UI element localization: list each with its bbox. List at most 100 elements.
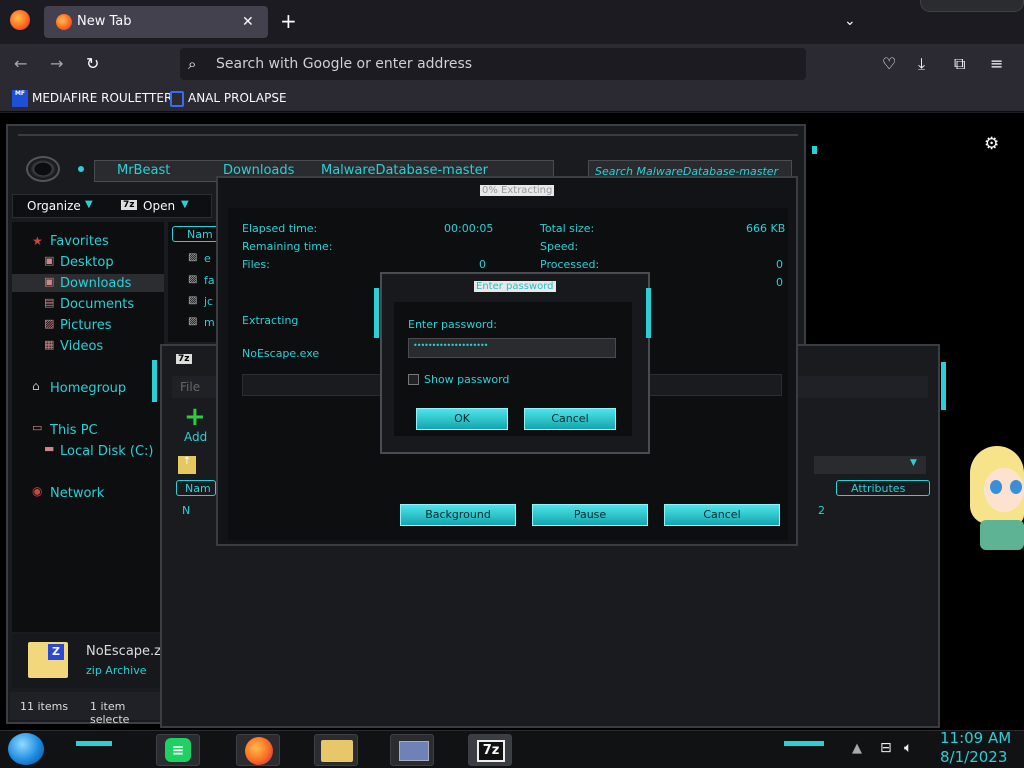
add-plus-icon: +	[184, 402, 206, 432]
bookmark-mediafire-rouletter[interactable]: MEDIAFIRE ROULETTER	[32, 91, 172, 105]
search-icon: ⌕	[188, 55, 197, 73]
network-tray-icon[interactable]: ⊟	[880, 740, 892, 756]
dialog-accent-left	[374, 288, 379, 338]
path-dropdown-chevron-icon: ▼	[910, 458, 917, 468]
tab-new-tab[interactable]: New Tab ✕	[44, 6, 268, 38]
extract-cancel-button[interactable]: Cancel	[664, 504, 780, 526]
taskbar-file-explorer[interactable]	[314, 734, 358, 766]
password-input[interactable]: ••••••••••••••••••••	[408, 338, 616, 358]
nav-downloads[interactable]: Downloads	[60, 276, 131, 291]
open-button[interactable]: Open	[143, 199, 175, 213]
pause-button[interactable]: Pause	[532, 504, 648, 526]
status-bar: 11 items 1 item selecte	[10, 692, 166, 726]
total-size-value: 666 KB	[746, 222, 786, 235]
file-row-name[interactable]: fa	[204, 274, 215, 287]
show-password-checkbox[interactable]	[408, 374, 419, 385]
processed-value: 0	[776, 258, 783, 271]
bookmarks-toolbar: MF MEDIAFIRE ROULETTER ANAL PROLAPSE	[0, 86, 1024, 112]
file-row-name[interactable]: m	[204, 316, 215, 329]
frame-accent-left	[152, 360, 157, 402]
taskbar-control-panel[interactable]	[390, 734, 434, 766]
nav-desktop[interactable]: Desktop	[60, 255, 114, 270]
settings-gear-icon[interactable]: ⚙	[984, 134, 999, 154]
volume-tray-icon[interactable]: 🔈︎	[904, 740, 912, 756]
nav-homegroup[interactable]: Homegroup	[50, 381, 126, 396]
start-orb-icon[interactable]	[8, 733, 44, 765]
desktop-icon: ▣	[44, 254, 55, 267]
nav-pictures[interactable]: Pictures	[60, 318, 111, 333]
nav-videos[interactable]: Videos	[60, 339, 103, 354]
action-label: Extracting	[242, 314, 299, 327]
file-row-icon: ▨	[188, 252, 198, 263]
add-button[interactable]: Add	[184, 430, 207, 444]
files-label: Files:	[242, 258, 270, 271]
explorer-back-button[interactable]	[26, 156, 60, 182]
tab-title: New Tab	[77, 14, 132, 29]
total-size-label: Total size:	[540, 222, 595, 235]
favorites-star-icon: ★	[32, 234, 43, 248]
clock-date[interactable]: 8/1/2023	[940, 748, 1007, 766]
nav-network[interactable]: Network	[50, 486, 104, 501]
url-input[interactable]: Search with Google or enter address	[216, 56, 472, 72]
path-dropdown[interactable]: ▼	[814, 456, 926, 474]
column-name[interactable]: Nam	[176, 480, 216, 496]
menu-file[interactable]: File	[180, 380, 200, 394]
processed-label: Processed:	[540, 258, 600, 271]
taskbar-7zip[interactable]: 7z	[468, 734, 512, 766]
breadcrumb-mrbeast[interactable]: MrBeast	[117, 163, 170, 178]
details-file-type: zip Archive	[86, 664, 147, 677]
dialog-accent-right	[646, 288, 651, 338]
pocket-icon[interactable]: ♡	[882, 54, 896, 74]
taskbar-firefox[interactable]	[236, 734, 280, 766]
folder-up-icon[interactable]: ↑	[178, 456, 196, 474]
frame-accent	[812, 146, 817, 154]
videos-icon: ▦	[44, 338, 55, 351]
url-bar[interactable]: ⌕ Search with Google or enter address	[180, 48, 806, 80]
bookmark-anal-prolapse[interactable]: ANAL PROLAPSE	[188, 91, 287, 105]
pictures-icon: ▨	[44, 317, 55, 330]
nav-favorites[interactable]: Favorites	[50, 234, 109, 249]
file-row-icon: ▨	[188, 274, 198, 285]
organize-chevron-icon: ▼	[85, 199, 93, 210]
downloads-icon[interactable]: ⤓	[918, 54, 925, 74]
file-explorer-icon	[321, 740, 353, 762]
show-hidden-icons-icon[interactable]: ▲	[852, 741, 862, 756]
background-button[interactable]: Background	[400, 504, 516, 526]
reload-icon[interactable]: ↻	[86, 54, 99, 74]
column-header-name-label: Nam	[187, 228, 213, 241]
nav-documents[interactable]: Documents	[60, 297, 134, 312]
status-selected: 1 item selecte	[90, 700, 130, 726]
elapsed-label: Elapsed time:	[242, 222, 318, 235]
column-header-name[interactable]: Nam	[172, 226, 218, 242]
file-row-name[interactable]: e	[204, 252, 211, 265]
archive-row-name[interactable]: N	[182, 504, 190, 517]
back-arrow-icon[interactable]: ←	[14, 54, 27, 74]
nav-local-disk[interactable]: Local Disk (C:)	[60, 444, 153, 459]
new-tab-icon[interactable]: +	[280, 11, 297, 31]
file-row-name[interactable]: jc	[204, 295, 213, 308]
password-cancel-button[interactable]: Cancel	[524, 408, 616, 430]
file-row-icon: ▨	[188, 295, 198, 306]
clock-time[interactable]: 11:09 AM	[940, 729, 1011, 747]
cartoon-character-image	[966, 440, 1024, 556]
details-file-name: NoEscape.z	[86, 644, 161, 659]
forward-arrow-icon[interactable]: →	[50, 54, 63, 74]
close-tab-icon[interactable]: ✕	[242, 12, 254, 32]
local-disk-icon: ▬	[44, 442, 55, 455]
taskbar-notes-app[interactable]: ≡	[156, 734, 200, 766]
extensions-icon[interactable]: ⧉	[954, 54, 965, 74]
organize-button[interactable]: Organize	[27, 199, 81, 213]
firefox-taskbar-icon	[245, 737, 273, 765]
column-attributes[interactable]: Attributes	[836, 480, 930, 496]
mediafire-bookmark-icon: MF	[12, 90, 28, 107]
list-all-tabs-chevron-icon[interactable]: ⌄	[844, 11, 856, 31]
column-name-label: Nam	[185, 482, 211, 495]
password-ok-button[interactable]: OK	[416, 408, 508, 430]
file-list: Nam ▨ e ▨ fa ▨ jc ▨ m	[168, 222, 220, 342]
taskbar-accent-right	[784, 741, 824, 746]
firefox-menu-icon[interactable]	[10, 10, 30, 30]
sevenzip-taskbar-icon: 7z	[477, 740, 505, 762]
nav-this-pc[interactable]: This PC	[50, 423, 98, 438]
app-menu-icon[interactable]: ≡	[990, 54, 1003, 74]
zip-badge: Z	[48, 644, 64, 660]
